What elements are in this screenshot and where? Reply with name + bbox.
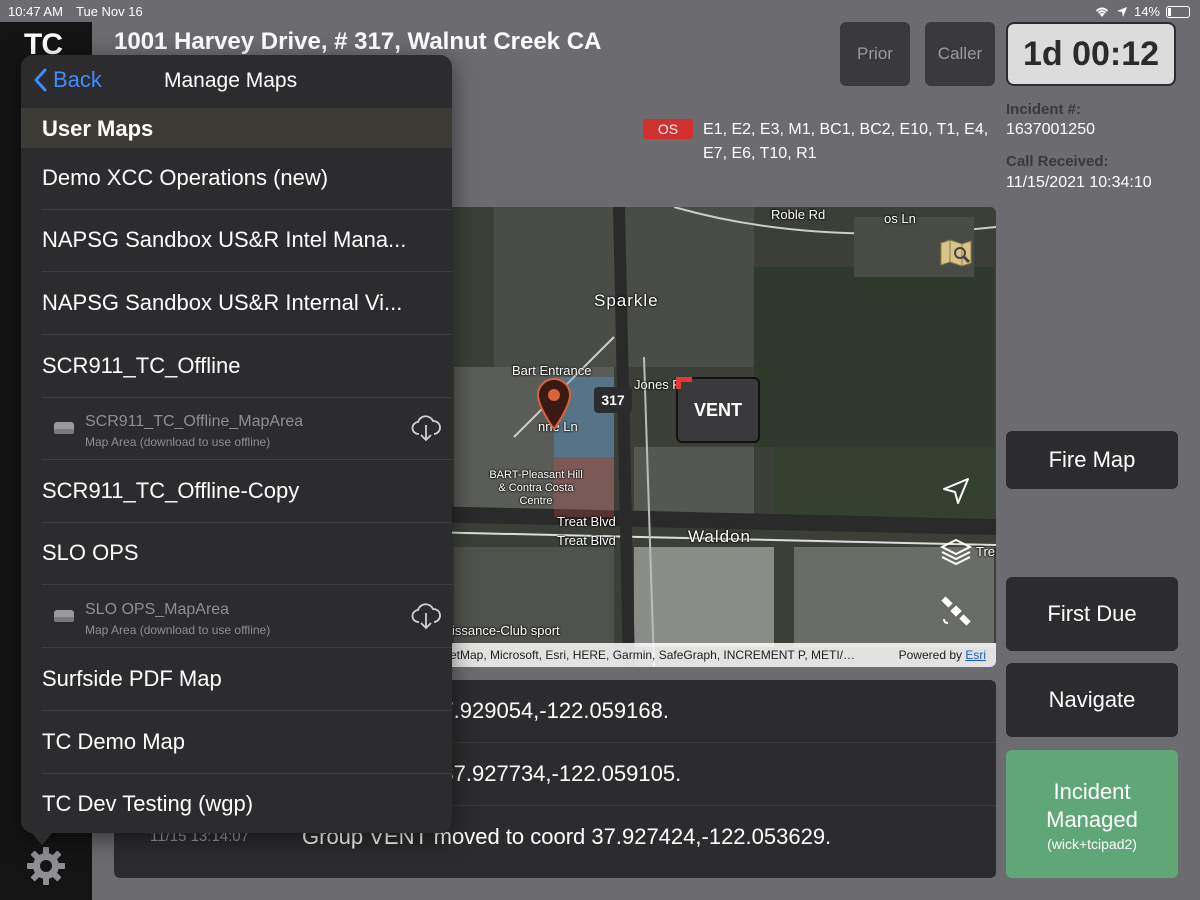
map-item-label: Surfside PDF Map (42, 666, 222, 691)
call-received: 11/15/2021 10:34:10 (1006, 174, 1152, 191)
map-label-treat-blvd-1: Treat Blvd (557, 514, 616, 529)
map-list-item[interactable]: TC Demo Map (21, 712, 452, 774)
divider (42, 334, 452, 335)
status-date: Tue Nov 16 (76, 4, 143, 19)
caller-button[interactable]: Caller (925, 22, 995, 86)
status-bar: 10:47 AM Tue Nov 16 14% (0, 0, 1200, 22)
navigate-button[interactable]: Navigate (1006, 663, 1178, 737)
section-header-label: User Maps (42, 116, 154, 141)
popover-nav-bar: Back Manage Maps (21, 55, 452, 107)
map-label-los-ln: os Ln (884, 211, 916, 226)
map-area-note: Map Area (download to use offline) (85, 623, 271, 637)
first-due-button[interactable]: First Due (1006, 577, 1178, 651)
attribution-powered: Powered by Esri (899, 648, 986, 662)
call-received-label: Call Received: (1006, 153, 1109, 170)
map-label-waldon: Waldon (688, 527, 752, 546)
map-label-sparkle: Sparkle (594, 291, 659, 310)
location-pin-icon[interactable] (534, 377, 574, 431)
section-header-user-maps: User Maps (21, 108, 452, 148)
unit-marker-317[interactable]: 317 (594, 387, 632, 413)
cloud-download-icon[interactable] (411, 602, 441, 630)
incident-address: 1001 Harvey Drive, # 317, Walnut Creek C… (114, 28, 602, 55)
map-label-renaissance: issance-Club sport (452, 623, 560, 638)
divider (42, 647, 452, 648)
map-list-item[interactable]: NAPSG Sandbox US&R Internal Vi... (21, 273, 452, 335)
hard-drive-icon (54, 610, 74, 622)
map-item-label: SCR911_TC_Offline-Copy (42, 478, 300, 503)
map-list-item[interactable]: SCR911_TC_Offline-Copy (21, 461, 452, 523)
map-area-name: SCR911_TC_Offline_MapArea (85, 413, 304, 430)
map-label-treat-blvd-2: Treat Blvd (557, 533, 616, 548)
esri-link[interactable]: Esri (965, 648, 986, 662)
map-list-item[interactable]: Demo XCC Operations (new) (21, 148, 452, 210)
prior-button[interactable]: Prior (840, 22, 910, 86)
layers-icon[interactable] (938, 533, 974, 569)
gear-icon[interactable] (24, 844, 68, 888)
map-item-label: Demo XCC Operations (new) (42, 165, 329, 190)
map-area-name: SLO OPS_MapArea (85, 601, 230, 618)
attribution-sources: etMap, Microsoft, Esri, HERE, Garmin, Sa… (450, 648, 855, 662)
attribution-powered-prefix: Powered by (898, 648, 966, 662)
location-arrow-icon (1116, 6, 1127, 17)
map-area-item[interactable]: SLO OPS_MapArea Map Area (download to us… (21, 586, 452, 648)
map-list-item[interactable]: TC Dev Testing (wgp) (21, 774, 452, 833)
map-item-label: TC Dev Testing (wgp) (42, 791, 254, 816)
battery-percent: 14% (1133, 4, 1160, 19)
chevron-left-icon (34, 68, 47, 92)
manage-maps-popover: Back Manage Maps User Maps Demo XCC Oper… (21, 55, 452, 833)
popover-arrow (30, 831, 54, 845)
map-list-item[interactable]: NAPSG Sandbox US&R Intel Mana... (21, 210, 452, 272)
map-item-label: NAPSG Sandbox US&R Internal Vi... (42, 290, 403, 315)
incident-number-label: Incident #: (1006, 101, 1082, 118)
hard-drive-icon (54, 422, 74, 434)
incident-number: 1637001250 (1006, 121, 1095, 138)
map-list-item[interactable]: Surfside PDF Map (21, 649, 452, 711)
incident-managed-label: Incident Managed (1046, 779, 1138, 832)
divider (42, 459, 452, 460)
map-list-item[interactable]: SLO OPS (21, 523, 452, 585)
group-vent-marker[interactable]: VENT (676, 377, 760, 443)
map-item-label: NAPSG Sandbox US&R Intel Mana... (42, 227, 407, 252)
incident-managed-sub: (wick+tcipad2) (1047, 836, 1137, 852)
divider (42, 710, 452, 711)
map-item-label: SCR911_TC_Offline (42, 353, 241, 378)
cloud-download-icon[interactable] (411, 414, 441, 442)
back-label: Back (53, 67, 102, 92)
wifi-icon (1095, 7, 1109, 17)
back-button[interactable]: Back (33, 67, 102, 93)
fire-map-button[interactable]: Fire Map (1006, 431, 1178, 489)
divider (42, 271, 452, 272)
os-status-badge: OS (643, 119, 693, 139)
map-label-roble-rd: Roble Rd (771, 207, 826, 222)
satellite-icon[interactable] (938, 593, 974, 629)
status-time: 10:47 AM (8, 4, 63, 19)
incident-managed-button[interactable]: Incident Managed (wick+tcipad2) (1006, 750, 1178, 878)
battery-icon (1166, 5, 1190, 18)
map-label-bart-entrance: Bart Entrance (512, 363, 592, 378)
locate-arrow-icon[interactable] (938, 473, 974, 509)
map-item-label: TC Demo Map (42, 729, 186, 754)
incident-timer: 1d 00:12 (1006, 22, 1176, 86)
divider (42, 584, 452, 585)
map-item-label: SLO OPS (42, 540, 139, 565)
map-label-bart-station: BART-Pleasant Hill & Contra Costa Centre (489, 469, 583, 507)
map-area-item[interactable]: SCR911_TC_Offline_MapArea Map Area (down… (21, 398, 452, 460)
popover-title: Manage Maps (164, 69, 298, 92)
map-list-item[interactable]: SCR911_TC_Offline (21, 336, 452, 398)
basemap-gallery-icon[interactable] (938, 235, 974, 271)
map-label-tre: Tre (976, 544, 996, 559)
status-right: 14% (1094, 4, 1190, 19)
assigned-units: E1, E2, E3, M1, BC1, BC2, E10, T1, E4, E… (703, 121, 989, 162)
map-area-note: Map Area (download to use offline) (85, 435, 271, 449)
